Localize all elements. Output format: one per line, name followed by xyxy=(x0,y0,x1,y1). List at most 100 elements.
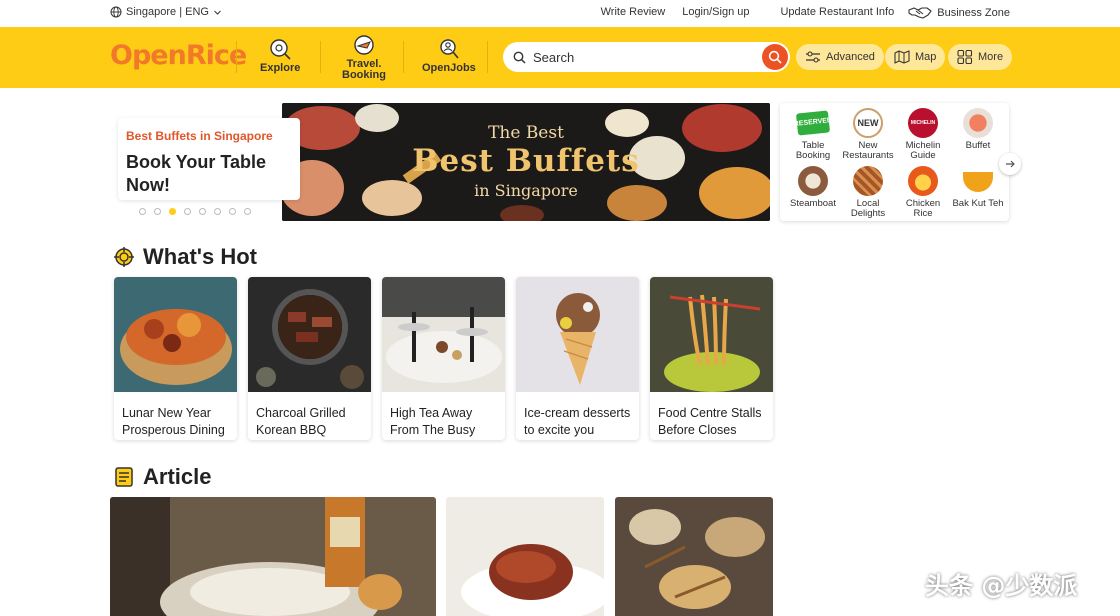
main-header: OpenRice Explore Travel. Booking OpenJob… xyxy=(0,27,1120,88)
travel-booking-icon xyxy=(354,35,374,55)
region-language-selector[interactable]: Singapore | ENG xyxy=(110,6,222,18)
hot-card-line-1: High Tea Away xyxy=(390,406,473,420)
explore-icon xyxy=(270,39,291,60)
hot-card-ice-cream[interactable]: Ice-cream desserts to excite you xyxy=(516,277,639,440)
map-icon xyxy=(894,50,910,64)
nav-openjobs[interactable]: OpenJobs xyxy=(422,38,476,74)
advanced-search-button[interactable]: Advanced xyxy=(796,44,884,70)
chevron-down-icon xyxy=(214,10,221,15)
hot-card-image xyxy=(114,277,237,392)
hot-card-line-1: Charcoal Grilled xyxy=(256,406,346,420)
category-table-booking[interactable]: RESERVED Table Booking xyxy=(785,108,841,161)
advanced-label: Advanced xyxy=(826,51,875,63)
article-image xyxy=(110,497,436,616)
nav-divider xyxy=(403,41,404,73)
category-new-restaurants[interactable]: NEW New Restaurants xyxy=(840,108,896,161)
carousel-dot[interactable] xyxy=(184,208,191,215)
search-icon xyxy=(768,50,782,64)
article-heading: Article xyxy=(113,464,211,490)
article-card-image[interactable] xyxy=(615,497,773,616)
search-bar xyxy=(503,42,790,72)
watermark-text: 头条 @少数派 xyxy=(925,572,1078,600)
nav-explore-label: Explore xyxy=(260,62,301,74)
hot-card-line-2: to excite you xyxy=(524,423,595,437)
write-review-link[interactable]: Write Review xyxy=(601,6,666,19)
hot-card-line-2: From The Busy City xyxy=(390,423,476,437)
carousel-dot[interactable] xyxy=(199,208,206,215)
globe-icon xyxy=(110,6,122,18)
category-label: Buffet xyxy=(965,140,991,151)
carousel-dot[interactable] xyxy=(154,208,161,215)
target-icon xyxy=(114,247,134,267)
hot-card-line-1: Ice-cream desserts xyxy=(524,406,631,420)
article-title: Article xyxy=(143,464,212,489)
nav-divider xyxy=(320,41,321,73)
hot-card-lunar-new-year[interactable]: Lunar New Year Prosperous Dining xyxy=(114,277,237,440)
nav-explore[interactable]: Explore xyxy=(260,38,300,74)
hot-card-image xyxy=(516,277,639,392)
hero-promo-card[interactable]: Best Buffets in Singapore Book Your Tabl… xyxy=(118,118,300,200)
map-label: Map xyxy=(915,51,937,63)
hot-card-line-2: Korean BBQ xyxy=(256,423,327,437)
logo-text: OpenRice xyxy=(110,40,247,71)
carousel-dot[interactable] xyxy=(229,208,236,215)
login-signup-link[interactable]: Login/Sign up xyxy=(682,6,749,19)
category-chicken-rice[interactable]: Chicken Rice xyxy=(895,166,951,219)
hot-card-caption: Lunar New Year Prosperous Dining xyxy=(114,397,237,439)
category-label: Booking xyxy=(795,150,831,161)
category-label: Guide xyxy=(910,150,936,161)
grid-icon xyxy=(957,50,973,64)
local-delights-icon xyxy=(853,166,883,196)
more-label: More xyxy=(978,51,1004,63)
category-local-delights[interactable]: Local Delights xyxy=(840,166,896,219)
business-zone-link[interactable]: Business Zone xyxy=(908,6,1010,19)
reserved-icon: RESERVED xyxy=(793,110,832,136)
banner-line-1: The Best xyxy=(488,123,564,143)
bak-kut-teh-icon xyxy=(963,172,993,192)
hot-card-line-1: Lunar New Year xyxy=(122,406,211,420)
nav-travel-booking[interactable]: Travel. Booking xyxy=(342,34,386,81)
more-button[interactable]: More xyxy=(948,44,1013,70)
banner-line-2: Best Buffets xyxy=(412,143,640,179)
category-panel: RESERVED Table Booking NEW New Restauran… xyxy=(780,103,1009,221)
carousel-indicators xyxy=(139,208,251,215)
nav-openjobs-label: OpenJobs xyxy=(422,62,476,74)
hot-card-caption: High Tea Away From The Busy City xyxy=(382,397,505,440)
hot-card-caption: Food Centre Stalls Before Closes xyxy=(650,397,773,439)
category-buffet[interactable]: Buffet xyxy=(950,108,1006,151)
update-restaurant-info-link[interactable]: Update Restaurant Info xyxy=(780,6,894,19)
chicken-rice-icon xyxy=(908,166,938,196)
category-next-button[interactable] xyxy=(999,153,1021,175)
article-card-image[interactable] xyxy=(446,497,604,616)
category-michelin-guide[interactable]: MICHELIN Michelin Guide xyxy=(895,108,951,161)
search-input[interactable] xyxy=(533,49,753,65)
newspaper-icon xyxy=(115,467,133,487)
hot-card-image xyxy=(248,277,371,392)
sliders-icon xyxy=(806,51,820,63)
region-label: Singapore | ENG xyxy=(126,6,209,18)
michelin-icon: MICHELIN xyxy=(908,108,938,138)
hot-card-food-centre[interactable]: Food Centre Stalls Before Closes xyxy=(650,277,773,440)
hot-card-image xyxy=(650,277,773,392)
nav-travel-label-2: Booking xyxy=(342,69,386,81)
hero-banner[interactable]: The Best Best Buffets in Singapore xyxy=(282,103,770,221)
nav-divider xyxy=(487,41,488,73)
category-steamboat[interactable]: Steamboat xyxy=(785,166,841,209)
article-card-image[interactable] xyxy=(110,497,436,616)
new-badge-icon: NEW xyxy=(853,108,883,138)
carousel-dot[interactable] xyxy=(139,208,146,215)
whats-hot-title: What's Hot xyxy=(143,244,257,269)
carousel-dot[interactable] xyxy=(244,208,251,215)
search-button[interactable] xyxy=(762,44,788,70)
category-label: Restaurants xyxy=(842,150,894,161)
category-bak-kut-teh[interactable]: Bak Kut Teh xyxy=(950,166,1006,209)
hot-card-charcoal-grilled[interactable]: Charcoal Grilled Korean BBQ xyxy=(248,277,371,440)
hot-card-high-tea[interactable]: High Tea Away From The Busy City xyxy=(382,277,505,440)
search-icon xyxy=(513,51,526,64)
carousel-dot[interactable] xyxy=(214,208,221,215)
openrice-logo[interactable]: OpenRice xyxy=(110,39,247,73)
category-label: Bak Kut Teh xyxy=(952,198,1004,209)
hot-card-line-2: Before Closes xyxy=(658,423,737,437)
map-button[interactable]: Map xyxy=(885,44,946,70)
carousel-dot-active[interactable] xyxy=(169,208,176,215)
